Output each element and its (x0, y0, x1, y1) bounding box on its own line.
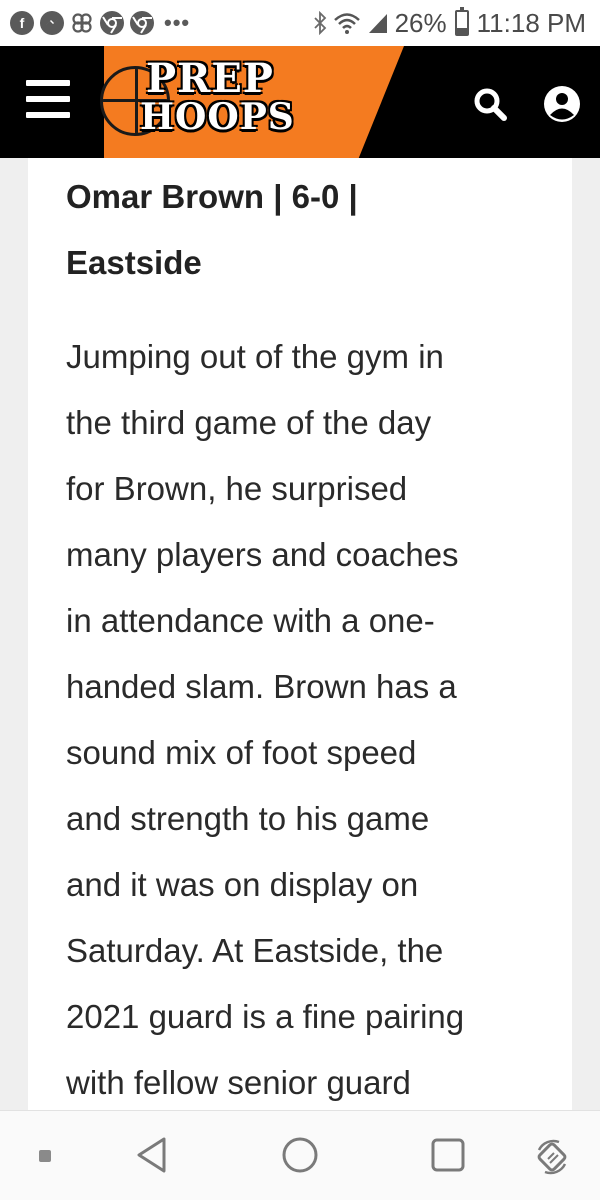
system-status: 26% 11:18 PM (313, 7, 586, 39)
wifi-icon (333, 11, 361, 35)
body-line: many players and coaches (66, 536, 459, 573)
body-line: Jumping out of the gym in (66, 338, 444, 375)
chrome-icon (130, 11, 154, 35)
battery-percent: 26% (394, 7, 447, 38)
chrome-icon (100, 11, 124, 35)
messenger-icon (40, 11, 64, 35)
article-card: Omar Brown | 6-0 | Eastside Jumping out … (28, 158, 572, 1110)
system-navigation-bar (0, 1110, 600, 1200)
site-header: PREP HOOPS (0, 46, 600, 158)
clock: 11:18 PM (476, 7, 586, 38)
body-line: the third game of the day (66, 404, 432, 441)
pinwheel-icon (70, 11, 94, 35)
more-notifications-icon: ••• (164, 10, 191, 35)
menu-dot-icon[interactable] (38, 1149, 52, 1163)
body-line: with fellow senior guard (66, 1064, 411, 1101)
body-line: and it was on display on (66, 866, 419, 903)
body-line: for Brown, he surprised (66, 470, 408, 507)
logo-text-prep: PREP (146, 55, 274, 102)
article-content[interactable]: Omar Brown | 6-0 | Eastside Jumping out … (0, 158, 600, 1110)
body-line: in attendance with a one- (66, 602, 435, 639)
account-icon[interactable] (542, 84, 582, 124)
player-heading: Omar Brown | 6-0 | Eastside (66, 164, 546, 296)
body-line: Saturday. At Eastside, the (66, 932, 444, 969)
battery-icon (454, 7, 469, 36)
status-bar: f ••• 26% 11:18 PM (0, 0, 600, 46)
player-evaluation-text: Jumping out of the gym in the third game… (66, 324, 556, 1110)
recents-icon[interactable] (428, 1135, 468, 1175)
facebook-icon: f (10, 11, 34, 35)
body-line: and strength to his game (66, 800, 430, 837)
player-heading-line: Omar Brown | 6-0 | (66, 178, 358, 215)
body-line: sound mix of foot speed (66, 734, 417, 771)
bluetooth-icon (313, 11, 327, 35)
logo-text-hoops: HOOPS (140, 96, 295, 138)
body-line: 2021 guard is a fine pairing (66, 998, 465, 1035)
body-line: handed slam. Brown has a (66, 668, 457, 705)
home-icon[interactable] (280, 1135, 320, 1175)
player-heading-line: Eastside (66, 244, 202, 281)
hamburger-menu-icon[interactable] (26, 80, 70, 118)
signal-icon (367, 11, 389, 35)
prep-hoops-logo[interactable]: PREP HOOPS (96, 55, 296, 146)
notification-icons: f ••• (10, 11, 190, 35)
search-icon[interactable] (470, 84, 510, 124)
rotate-icon[interactable] (530, 1135, 574, 1179)
back-icon[interactable] (132, 1135, 172, 1175)
